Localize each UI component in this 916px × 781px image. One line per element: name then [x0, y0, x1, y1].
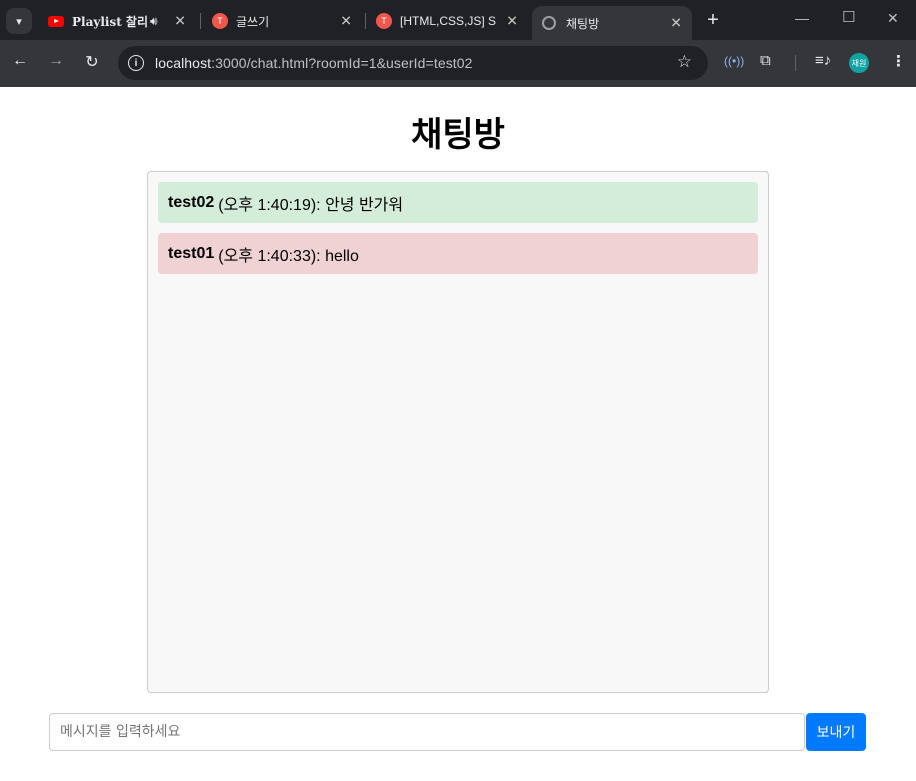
browser-tab-bar: ▾ Playlist 찰리 🔊︎ ✕ T 글쓰기 ✕ T [HTML,CSS,J…: [0, 0, 916, 40]
tab-chatroom[interactable]: 채팅방 ✕: [532, 6, 692, 40]
extensions-icon[interactable]: ⧉: [760, 52, 771, 69]
tab-search-button[interactable]: ▾: [6, 8, 32, 34]
close-window-icon[interactable]: ✕: [887, 10, 899, 27]
reload-icon[interactable]: ↻: [81, 52, 103, 72]
message-user: test01: [168, 244, 215, 262]
page-content: 채팅방 test02 (오후 1:40:19): 안녕 반가워 test01 (…: [0, 87, 916, 781]
t-logo-icon: T: [212, 13, 228, 29]
message-user: test02: [168, 193, 215, 211]
back-icon[interactable]: ←: [9, 52, 31, 70]
tab-divider: [200, 13, 201, 29]
address-bar[interactable]: i localhost:3000/chat.html?roomId=1&user…: [118, 46, 708, 80]
maximize-icon[interactable]: ☐: [842, 8, 855, 26]
url-text[interactable]: localhost:3000/chat.html?roomId=1&userId…: [155, 55, 473, 71]
toolbar-divider: [795, 55, 796, 71]
chevron-down-icon: ▾: [16, 15, 22, 28]
close-icon[interactable]: ✕: [174, 13, 186, 30]
close-icon[interactable]: ✕: [506, 13, 518, 30]
tab-playlist[interactable]: Playlist 찰리 🔊︎ ✕: [38, 6, 196, 36]
youtube-icon: [48, 15, 64, 27]
t-logo-icon: T: [376, 13, 392, 29]
chat-messages[interactable]: test02 (오후 1:40:19): 안녕 반가워 test01 (오후 1…: [147, 171, 769, 693]
close-icon[interactable]: ✕: [670, 15, 682, 32]
avatar[interactable]: 채원: [849, 53, 869, 73]
tab-title: 글쓰기: [236, 14, 270, 29]
read-aloud-icon[interactable]: ((•)): [724, 54, 744, 68]
plus-icon: +: [707, 8, 719, 31]
message-input[interactable]: [49, 713, 805, 751]
send-button[interactable]: 보내기: [806, 713, 866, 751]
tab-title: 채팅방: [566, 16, 600, 31]
new-tab-button[interactable]: +: [702, 8, 724, 32]
forward-icon[interactable]: →: [45, 52, 67, 70]
message-text: (오후 1:40:33): hello: [218, 247, 359, 265]
chat-message: test01 (오후 1:40:33): hello: [158, 233, 758, 274]
globe-icon: [542, 16, 556, 30]
browser-toolbar: ← → ↻ i localhost:3000/chat.html?roomId=…: [0, 40, 916, 87]
tab-html-css-js[interactable]: T [HTML,CSS,JS] So ✕: [366, 6, 528, 36]
tab-write[interactable]: T 글쓰기 ✕: [202, 6, 362, 36]
message-input-row: 보내기: [49, 713, 867, 751]
menu-kebab-icon[interactable]: ⋮: [891, 52, 906, 70]
chat-message: test02 (오후 1:40:19): 안녕 반가워: [158, 182, 758, 223]
close-icon[interactable]: ✕: [340, 13, 352, 30]
bookmark-star-icon[interactable]: ☆: [677, 52, 692, 72]
message-text: (오후 1:40:19): 안녕 반가워: [218, 196, 404, 214]
minimize-icon[interactable]: —: [795, 10, 809, 26]
speaker-icon[interactable]: 🔊︎: [150, 14, 158, 29]
info-icon[interactable]: i: [128, 55, 144, 71]
tab-title: Playlist 찰리: [72, 14, 149, 29]
page-title: 채팅방: [411, 115, 505, 155]
tab-title: [HTML,CSS,JS] So: [400, 14, 496, 28]
media-control-icon[interactable]: ≡♪: [815, 52, 831, 69]
